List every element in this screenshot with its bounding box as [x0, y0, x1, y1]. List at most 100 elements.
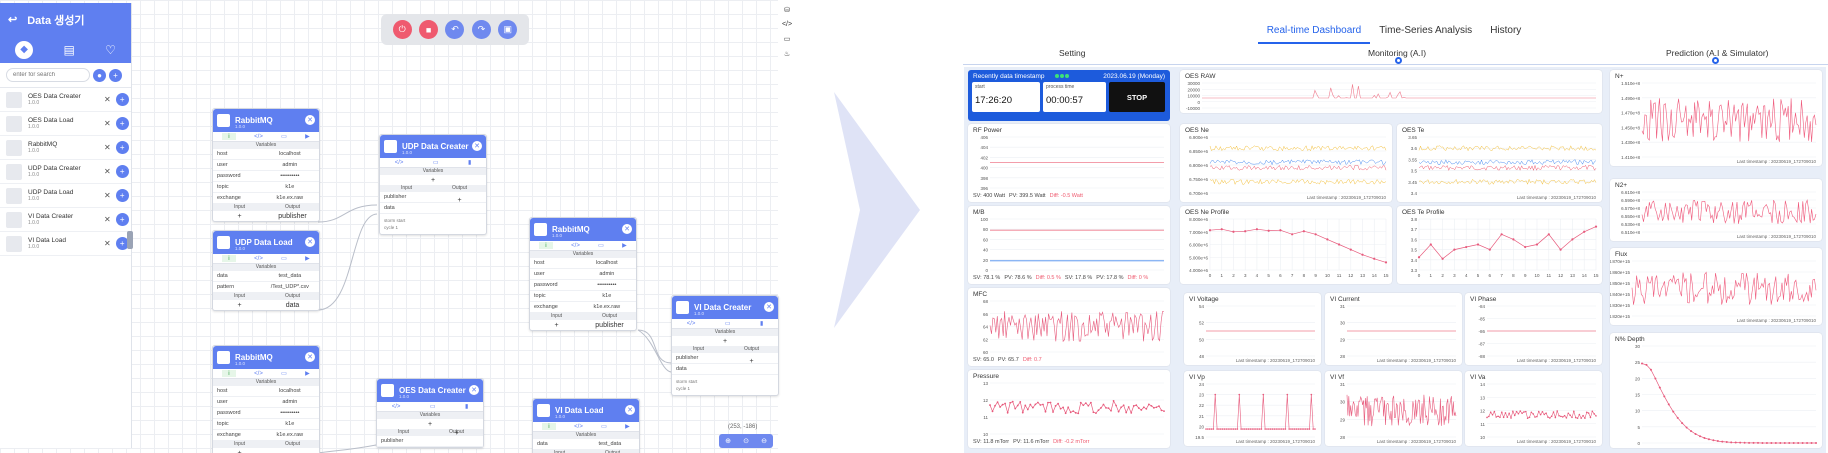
remove-icon[interactable]: ✕: [104, 191, 111, 200]
add-input-icon[interactable]: +: [213, 450, 266, 453]
play-icon[interactable]: ▶: [305, 255, 310, 262]
code-icon[interactable]: </>: [687, 321, 696, 327]
remove-icon[interactable]: ✕: [104, 95, 111, 104]
search-input[interactable]: [6, 68, 90, 82]
info-icon[interactable]: ⅰ: [539, 242, 553, 249]
node-header[interactable]: VI Data Load 1.0.0 ✕: [533, 399, 639, 422]
add-component-icon[interactable]: +: [115, 93, 129, 106]
variable-row[interactable]: password ••••••••••: [213, 171, 319, 182]
play-icon[interactable]: ▶: [305, 133, 310, 140]
add-input-icon[interactable]: +: [213, 213, 266, 220]
node-header[interactable]: OES Data Creater 1.0.0 ✕: [377, 379, 483, 402]
variable-row[interactable]: data test_data: [533, 439, 639, 450]
undo-button[interactable]: ↶: [445, 20, 465, 39]
add-icon[interactable]: +: [109, 68, 122, 82]
node-header[interactable]: RabbitMQ 1.0.0 ✕: [213, 346, 319, 369]
monitor-icon[interactable]: ▭: [433, 159, 439, 166]
variable-row[interactable]: topic k1e: [530, 291, 636, 302]
variable-row[interactable]: data test_data: [213, 271, 319, 282]
chart-icon[interactable]: ▮: [465, 403, 468, 410]
monitor-icon[interactable]: ▭: [725, 320, 731, 327]
monitor-icon[interactable]: ▭: [784, 35, 791, 43]
sidebar-component-item[interactable]: OES Data Load 1.0.0 ✕ +: [0, 112, 131, 136]
node-header[interactable]: RabbitMQ 1.0.0 ✕: [530, 218, 636, 241]
add-output-icon[interactable]: +: [725, 358, 778, 365]
code-icon[interactable]: </>: [254, 371, 263, 377]
sidebar-component-item[interactable]: VI Data Creater 1.0.0 ✕ +: [0, 208, 131, 232]
info-icon[interactable]: ⅰ: [222, 370, 236, 377]
tab-time-series-analysis[interactable]: Time-Series Analysis: [1370, 22, 1481, 44]
sidebar-component-item[interactable]: VI Data Load 1.0.0 ✕ +: [0, 232, 131, 256]
input-port[interactable]: publisher: [377, 436, 483, 447]
code-icon[interactable]: </>: [574, 424, 583, 430]
sidebar-component-item[interactable]: OES Data Creater 1.0.0 ✕ +: [0, 88, 131, 112]
remove-icon[interactable]: ✕: [104, 215, 111, 224]
add-component-icon[interactable]: +: [115, 141, 129, 154]
remove-icon[interactable]: ✕: [104, 119, 111, 128]
tab-history[interactable]: History: [1481, 22, 1530, 44]
variable-row[interactable]: password ••••••••••: [213, 408, 319, 419]
tab-components-icon[interactable]: ◆: [15, 40, 34, 59]
stop-button[interactable]: ■: [419, 20, 439, 39]
zoom-in-icon[interactable]: ⊕: [725, 437, 731, 445]
close-icon[interactable]: ✕: [305, 237, 315, 247]
play-icon[interactable]: ▶: [305, 370, 310, 377]
input-port[interactable]: data: [672, 364, 778, 375]
variable-row[interactable]: exchange k1e.ex.raw: [530, 302, 636, 313]
close-icon[interactable]: ✕: [469, 385, 479, 395]
monitor-icon[interactable]: ▭: [281, 370, 287, 377]
node-rmq3[interactable]: RabbitMQ 1.0.0 ✕ ⅰ </> ▭ ▶ Variables host localho…: [529, 217, 637, 331]
input-port[interactable]: data: [380, 203, 486, 214]
variable-row[interactable]: host localhost: [213, 149, 319, 160]
subtab-setting[interactable]: Setting: [1059, 48, 1085, 58]
variable-row[interactable]: password ••••••••••: [530, 280, 636, 291]
power-button[interactable]: ⏻: [392, 20, 412, 39]
variable-row[interactable]: host localhost: [213, 386, 319, 397]
flow-editor[interactable]: ↩ Data 생성기 ◆ ▤ ♡ ● + OES Data Creater1.0…: [0, 0, 792, 453]
node-header[interactable]: UDP Data Creater 1.0.0 ✕: [380, 135, 486, 158]
add-output-icon[interactable]: +: [430, 430, 483, 437]
code-icon[interactable]: </>: [571, 243, 580, 249]
back-icon[interactable]: ↩: [8, 13, 17, 26]
remove-icon[interactable]: ✕: [104, 167, 111, 176]
user-icon[interactable]: ●: [93, 68, 106, 82]
sidebar-component-item[interactable]: UDP Data Creater 1.0.0 ✕ +: [0, 160, 131, 184]
monitor-icon[interactable]: ▭: [598, 242, 604, 249]
node-udpcreate[interactable]: UDP Data Creater 1.0.0 ✕ </> ▭ ▮ Variables + Inp…: [379, 134, 487, 235]
code-icon[interactable]: </>: [254, 134, 263, 140]
save-button[interactable]: ▣: [498, 20, 518, 39]
info-icon[interactable]: ⅰ: [222, 133, 236, 140]
info-icon[interactable]: ⅰ: [222, 255, 236, 262]
close-icon[interactable]: ✕: [622, 224, 632, 234]
monitor-icon[interactable]: ▭: [281, 133, 287, 140]
redo-button[interactable]: ↷: [471, 20, 491, 39]
collapse-handle[interactable]: [127, 231, 133, 249]
variable-row[interactable]: exchange k1e.ex.raw: [213, 193, 319, 204]
tab-layers-icon[interactable]: ▤: [63, 43, 74, 57]
stop-button[interactable]: STOP: [1109, 82, 1165, 112]
add-variable[interactable]: +: [377, 419, 483, 429]
sidebar-component-item[interactable]: UDP Data Load 1.0.0 ✕ +: [0, 184, 131, 208]
chart-icon[interactable]: ▮: [468, 159, 471, 166]
info-icon[interactable]: ⅰ: [542, 423, 556, 430]
tab-real-time-dashboard[interactable]: Real-time Dashboard: [1257, 22, 1371, 44]
remove-icon[interactable]: ✕: [104, 239, 111, 248]
close-icon[interactable]: ✕: [305, 115, 315, 125]
add-variable[interactable]: +: [672, 336, 778, 346]
add-output-icon[interactable]: +: [433, 197, 486, 204]
add-component-icon[interactable]: +: [115, 165, 129, 178]
play-icon[interactable]: ▶: [622, 242, 627, 249]
node-header[interactable]: UDP Data Load 1.0.0 ✕: [213, 231, 319, 254]
add-component-icon[interactable]: +: [115, 189, 129, 202]
zoom-out-icon[interactable]: ⊖: [761, 437, 767, 445]
variable-row[interactable]: exchange k1e.ex.raw: [213, 430, 319, 441]
add-input-icon[interactable]: +: [530, 322, 583, 329]
variable-row[interactable]: user admin: [213, 160, 319, 171]
add-component-icon[interactable]: +: [115, 213, 129, 226]
close-icon[interactable]: ✕: [305, 352, 315, 362]
chart-icon[interactable]: ▮: [760, 320, 763, 327]
node-rmq2[interactable]: RabbitMQ 1.0.0 ✕ ⅰ </> ▭ ▶ Variables host localho…: [212, 345, 320, 453]
add-variable[interactable]: +: [380, 175, 486, 185]
close-icon[interactable]: ✕: [625, 405, 635, 415]
monitor-icon[interactable]: ▭: [430, 403, 436, 410]
